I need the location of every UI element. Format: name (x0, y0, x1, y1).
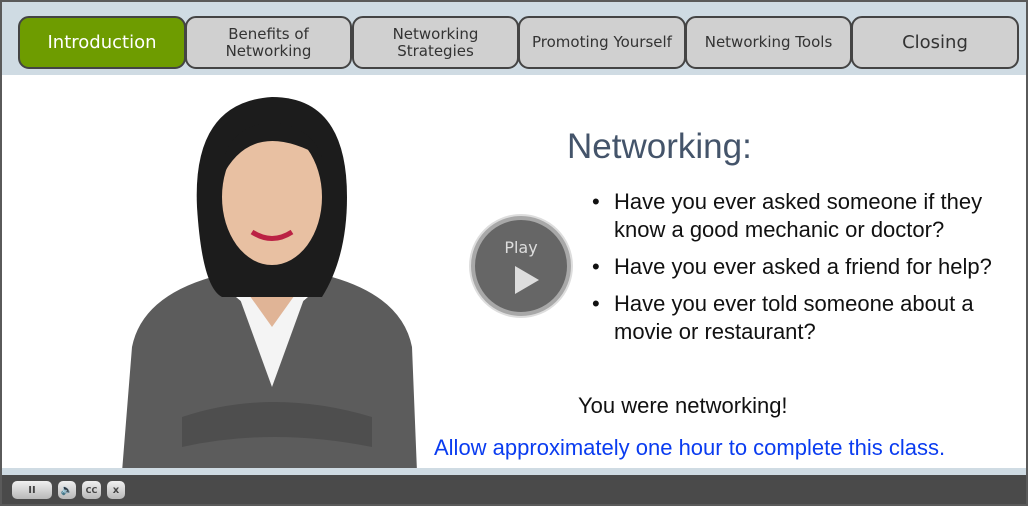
tab-benefits-of-networking[interactable]: Benefits of Networking (185, 16, 352, 69)
list-item: Have you ever asked a friend for help? (592, 253, 1022, 281)
closed-captions-icon: CC (85, 485, 98, 495)
closed-captions-button[interactable]: CC (82, 481, 101, 499)
slide-content: Networking: Have you ever asked someone … (2, 75, 1026, 468)
close-icon: x (112, 484, 120, 496)
tab-bar: Introduction Benefits of Networking Netw… (2, 2, 1026, 75)
pause-icon: II (28, 484, 36, 496)
tab-networking-tools[interactable]: Networking Tools (685, 16, 852, 69)
tab-closing[interactable]: Closing (851, 16, 1019, 69)
presenter-photo (122, 97, 417, 468)
close-button[interactable]: x (107, 481, 125, 499)
list-item: Have you ever told someone about a movie… (592, 290, 1022, 346)
tab-label: Benefits of Networking (225, 24, 312, 60)
list-item: Have you ever asked someone if they know… (592, 188, 1022, 244)
pause-button[interactable]: II (12, 481, 52, 499)
play-button[interactable]: Play (471, 216, 571, 316)
tab-promoting-yourself[interactable]: Promoting Yourself (518, 16, 686, 69)
slide-title: Networking: (567, 127, 752, 166)
tab-networking-strategies[interactable]: Networking Strategies (352, 16, 519, 69)
volume-icon: 🔈 (60, 484, 74, 496)
volume-button[interactable]: 🔈 (58, 481, 76, 499)
player-controls: II 🔈 CC x (2, 475, 1026, 504)
conclusion-text: You were networking! (578, 393, 788, 418)
tab-introduction[interactable]: Introduction (18, 16, 186, 69)
play-label: Play (504, 238, 538, 257)
play-icon (515, 266, 539, 294)
course-player: Introduction Benefits of Networking Netw… (2, 2, 1026, 504)
question-list: Have you ever asked someone if they know… (592, 188, 1022, 355)
duration-note: Allow approximately one hour to complete… (434, 435, 946, 460)
divider (2, 468, 1026, 475)
tab-label: Networking Strategies (392, 24, 479, 60)
